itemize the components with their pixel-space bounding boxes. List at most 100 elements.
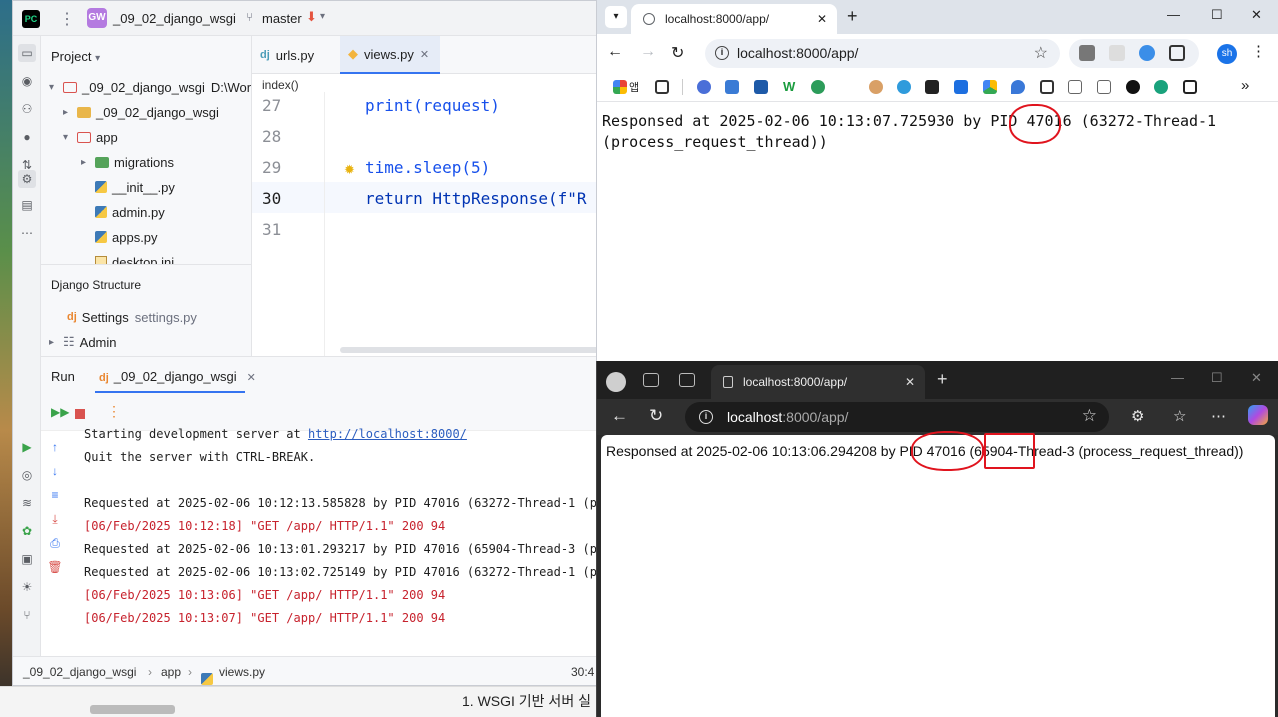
back-icon[interactable]: ← bbox=[611, 406, 628, 426]
project-tool-icon[interactable]: ▭ bbox=[18, 44, 36, 62]
close-window-icon[interactable]: ✕ bbox=[1251, 370, 1262, 386]
favorites-icon[interactable]: ☆ bbox=[1173, 407, 1186, 425]
cursor-position[interactable]: 30:4 bbox=[571, 665, 594, 679]
github-bookmark-icon[interactable] bbox=[1126, 80, 1140, 94]
copilot-icon[interactable] bbox=[1248, 405, 1268, 425]
tree-item[interactable]: apps.py bbox=[81, 226, 164, 248]
status-crumb-project[interactable]: _09_02_django_wsgi bbox=[23, 665, 136, 679]
w-bookmark-icon[interactable]: W bbox=[783, 80, 797, 94]
bookmark-star-icon[interactable]: ☆ bbox=[1034, 43, 1048, 63]
django-admin-item[interactable]: ▸ ☷ Admin bbox=[49, 331, 117, 353]
tree-item[interactable]: ▸ _09_02_django_wsgi bbox=[63, 101, 225, 123]
problems-icon[interactable]: ☀ bbox=[18, 578, 36, 596]
apps-icon[interactable] bbox=[613, 80, 627, 94]
soft-wrap-icon[interactable]: ≡ bbox=[47, 487, 63, 503]
bookmark-icon[interactable] bbox=[697, 80, 711, 94]
maximize-icon[interactable]: ☐ bbox=[1211, 370, 1223, 386]
clear-console-icon[interactable]: 🗑 bbox=[47, 559, 63, 575]
git-icon[interactable]: ⑂ bbox=[18, 606, 36, 624]
back-icon[interactable]: ← bbox=[607, 43, 623, 61]
tab-urls-py[interactable]: dj urls.py bbox=[252, 36, 336, 74]
site-info-icon[interactable]: i bbox=[715, 46, 729, 60]
mvn-bookmark-icon[interactable] bbox=[754, 80, 768, 94]
python-packages-icon[interactable]: ◎ bbox=[18, 466, 36, 484]
project-name[interactable]: _09_02_django_wsgi bbox=[113, 11, 236, 26]
tree-item[interactable]: __init__.py bbox=[81, 176, 181, 198]
chrome-menu-icon[interactable]: ⋮ bbox=[1251, 42, 1266, 60]
settings-more-icon[interactable]: ⋯ bbox=[1211, 407, 1226, 425]
address-url[interactable]: localhost:8000/app/ bbox=[727, 409, 848, 425]
main-menu-icon[interactable]: ⋮ bbox=[59, 9, 75, 29]
site-info-icon[interactable]: i bbox=[699, 410, 713, 424]
more-actions-icon[interactable]: ⋮ bbox=[107, 403, 121, 420]
run-tool-icon[interactable]: ▶ bbox=[18, 438, 36, 456]
tab-actions-icon[interactable] bbox=[679, 373, 695, 387]
calendar-icon[interactable] bbox=[1040, 80, 1054, 94]
scroll-to-end-icon[interactable]: ⤓ bbox=[47, 511, 63, 527]
rerun-icon[interactable]: ▶▶ bbox=[51, 405, 69, 419]
services-icon[interactable]: ✿ bbox=[18, 522, 36, 540]
editor-horizontal-scrollbar[interactable] bbox=[340, 347, 599, 353]
document-scrollbar[interactable] bbox=[90, 705, 175, 714]
editor-breadcrumb[interactable]: index() bbox=[262, 78, 299, 92]
rocket-bookmark-icon[interactable] bbox=[1011, 80, 1025, 94]
new-tab-icon[interactable]: + bbox=[937, 369, 948, 390]
new-tab-icon[interactable]: + bbox=[847, 6, 858, 27]
maximize-icon[interactable]: ☐ bbox=[1211, 7, 1223, 23]
stop-icon[interactable] bbox=[75, 409, 85, 419]
tree-item[interactable]: ▸ migrations bbox=[81, 151, 180, 173]
scroll-down-icon[interactable]: ↓ bbox=[47, 463, 63, 479]
run-config-tab[interactable]: dj _09_02_django_wsgi ✕ bbox=[99, 369, 256, 384]
edge-tab[interactable]: localhost:8000/app/ ✕ bbox=[711, 365, 925, 399]
scroll-up-icon[interactable]: ↑ bbox=[47, 439, 63, 455]
chevron-right-icon[interactable]: ▸ bbox=[63, 107, 77, 118]
pencil-extension-icon[interactable] bbox=[1139, 45, 1155, 61]
address-bar[interactable]: i localhost:8000/app/ ☆ bbox=[685, 402, 1109, 432]
minimize-icon[interactable]: — bbox=[1171, 370, 1184, 385]
structure-tool-icon[interactable]: ⚇ bbox=[18, 100, 36, 118]
print-icon[interactable]: ⎙ bbox=[47, 535, 63, 551]
status-crumb-app[interactable]: app bbox=[161, 665, 181, 679]
chevron-right-icon[interactable]: ▸ bbox=[49, 337, 63, 348]
status-crumb-file[interactable]: views.py bbox=[219, 665, 265, 679]
tree-item[interactable]: ▾ _09_02_django_wsgi D:\Worl bbox=[49, 76, 254, 98]
code-line[interactable]: time.sleep(5) bbox=[365, 158, 490, 177]
reload-icon[interactable]: ↻ bbox=[649, 406, 663, 426]
apps-label[interactable]: 앱 bbox=[629, 79, 639, 95]
doc-bookmark-icon[interactable] bbox=[1068, 80, 1082, 94]
project-panel-title[interactable]: Project ▾ bbox=[51, 49, 100, 64]
close-run-tab-icon[interactable]: ✕ bbox=[247, 372, 256, 384]
address-url[interactable]: localhost:8000/app/ bbox=[737, 45, 858, 61]
card-bookmark-icon[interactable] bbox=[1097, 80, 1111, 94]
t-bookmark-icon[interactable] bbox=[897, 80, 911, 94]
git-branch-name[interactable]: master bbox=[262, 11, 302, 26]
close-window-icon[interactable]: ✕ bbox=[1251, 7, 1262, 23]
tab-views-py[interactable]: ◆ views.py ✕ bbox=[340, 36, 440, 74]
chevron-down-icon[interactable]: ▾ bbox=[320, 11, 325, 22]
q-bookmark-icon[interactable] bbox=[811, 80, 825, 94]
calendar-bookmark-icon[interactable] bbox=[725, 80, 739, 94]
puzzle-icon[interactable] bbox=[1169, 45, 1185, 61]
tab-search-icon[interactable]: ▾ bbox=[605, 6, 627, 28]
screen-bookmark-icon[interactable] bbox=[1183, 80, 1197, 94]
chevron-down-icon[interactable]: ▾ bbox=[49, 82, 63, 93]
tree-item[interactable]: ▾ app bbox=[63, 126, 124, 148]
close-tab-icon[interactable]: ✕ bbox=[905, 375, 915, 389]
chrome-tab[interactable]: localhost:8000/app/ ✕ bbox=[631, 4, 837, 34]
layers-icon[interactable]: ≋ bbox=[18, 494, 36, 512]
git-branch-icon[interactable]: ⑂ bbox=[246, 10, 253, 24]
m-bookmark-icon[interactable] bbox=[925, 80, 939, 94]
chevron-down-icon[interactable]: ▾ bbox=[63, 132, 77, 143]
drive-bookmark-icon[interactable] bbox=[983, 80, 997, 94]
github-icon[interactable]: ● bbox=[18, 128, 36, 146]
forward-icon[interactable]: → bbox=[640, 43, 656, 61]
extensions-icon[interactable]: ⚙ bbox=[1131, 407, 1144, 425]
django-settings-item[interactable]: dj Settings settings.py bbox=[67, 306, 197, 328]
code-line[interactable]: print(request) bbox=[365, 96, 500, 115]
tree-item[interactable]: admin.py bbox=[81, 201, 171, 223]
bookmarks-icon[interactable]: ▤ bbox=[18, 196, 36, 214]
server-url-link[interactable]: http://localhost:8000/ bbox=[308, 427, 467, 441]
chevron-right-icon[interactable]: ▸ bbox=[81, 157, 95, 168]
workspaces-icon[interactable] bbox=[643, 373, 659, 387]
profile-avatar[interactable] bbox=[606, 372, 626, 392]
